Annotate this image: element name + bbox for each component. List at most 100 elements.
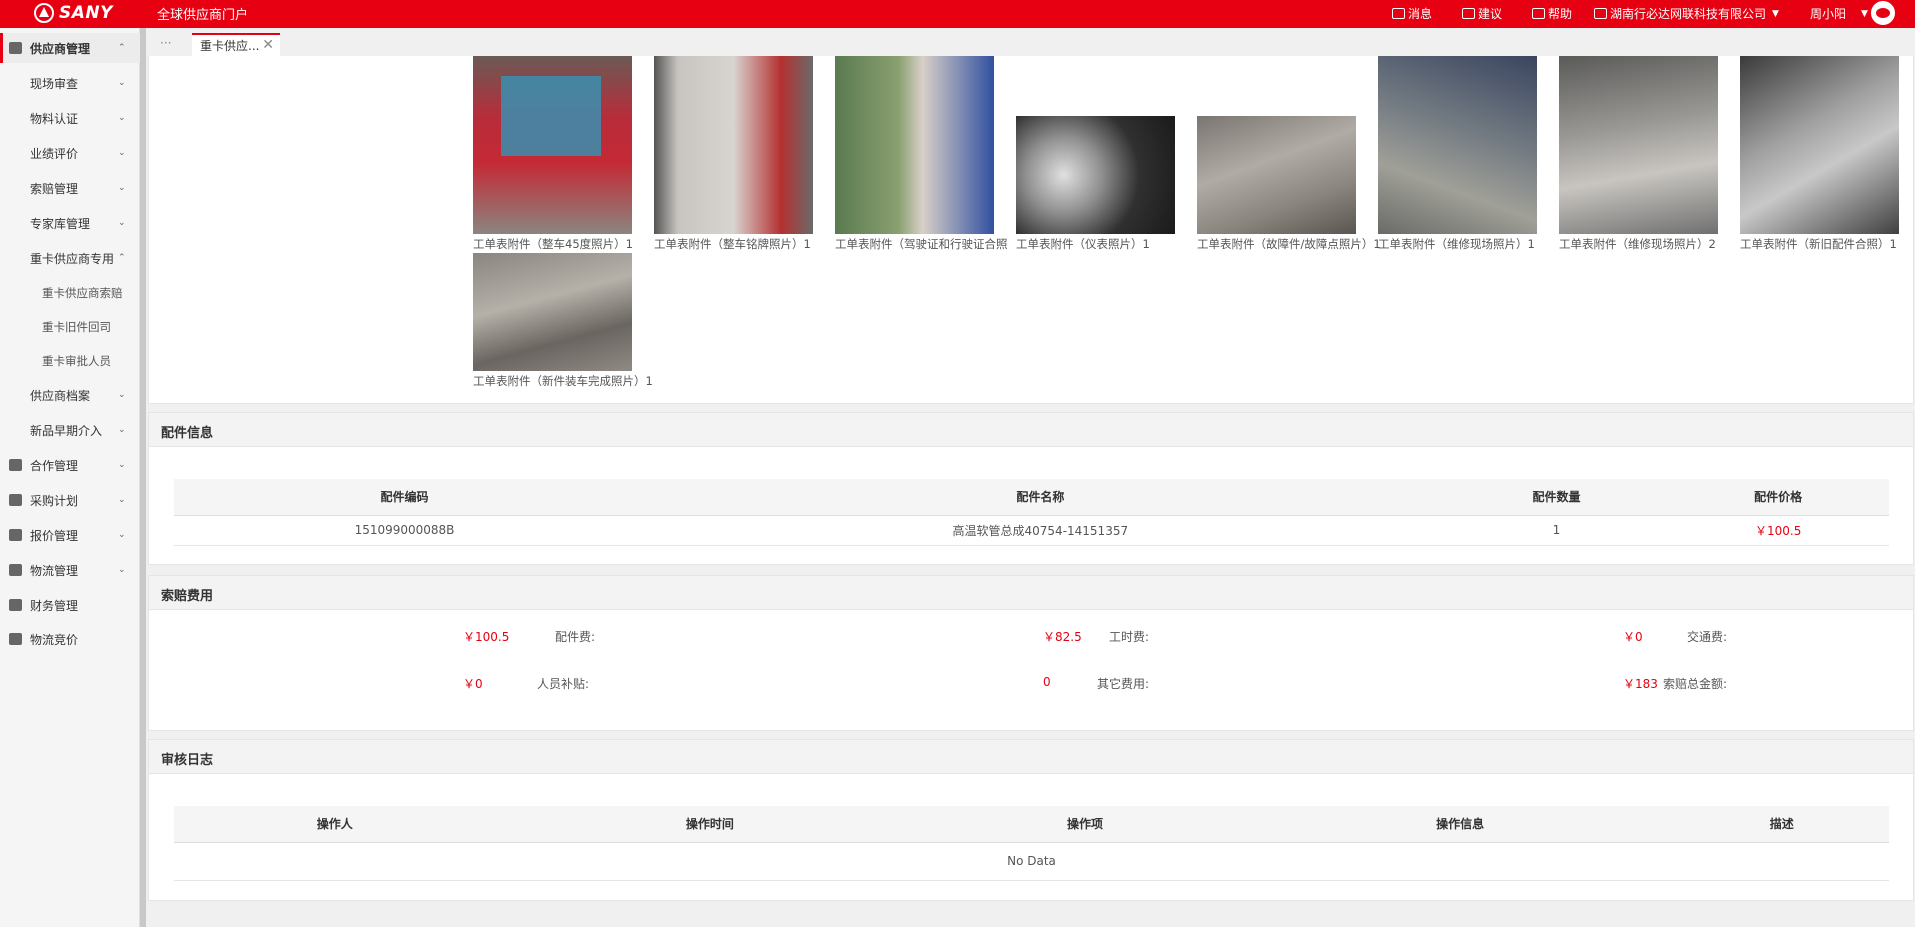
attachment-photo-old-new-parts[interactable] (1740, 56, 1899, 234)
user-menu[interactable]: 周小阳 ▼ (1810, 5, 1868, 22)
attachment-photo-installed[interactable] (473, 253, 632, 371)
empty-row: No Data (174, 842, 1889, 881)
attachment-photo-repair-site-2[interactable] (1559, 56, 1718, 234)
attachment-photo-repair-site-1[interactable] (1378, 56, 1537, 234)
chevron-down-icon: ⌄ (118, 565, 126, 575)
suggestion-label: 建议 (1478, 7, 1503, 21)
sidebar-item-finance[interactable]: 财务管理 (0, 590, 140, 620)
attachment-photo-truck-45[interactable] (473, 56, 632, 234)
user-name: 周小阳 (1810, 7, 1847, 21)
attachment-caption: 工单表附件（新件装车完成照片）1 (473, 374, 653, 388)
part-qty: 1 (1445, 515, 1668, 546)
chevron-down-icon: ▼ (1772, 8, 1779, 19)
parts-table: 配件编码 配件名称 配件数量 配件价格 151099000088B 高温软管总成… (174, 479, 1889, 546)
attachment-photo-fault[interactable] (1197, 116, 1356, 234)
suggestion-icon (1462, 8, 1475, 19)
sany-logo-icon (34, 3, 54, 23)
attachment-caption: 工单表附件（维修现场照片）2 (1559, 237, 1716, 251)
sidebar-item-site-review[interactable]: 现场审查 ⌄ (0, 68, 140, 98)
table-header-row: 操作人 操作时间 操作项 操作信息 描述 (174, 806, 1889, 843)
attachment-caption: 工单表附件（整车45度照片）1 (473, 237, 633, 251)
help-icon (1532, 8, 1545, 19)
sidebar-item-logistics[interactable]: 物流管理 ⌄ (0, 555, 140, 585)
attachment-photo-dashboard[interactable] (1016, 116, 1175, 234)
help-link[interactable]: 帮助 (1532, 5, 1572, 22)
attachment-caption: 工单表附件（故障件/故障点照片）1 (1197, 237, 1381, 251)
attachment-caption: 工单表附件（仪表照片）1 (1016, 237, 1150, 251)
total-claim-value: ￥183 (1623, 677, 1658, 691)
parts-fee-value: ￥100.5 (463, 630, 510, 644)
sidebar-item-supplier-management[interactable]: 供应商管理 ⌃ (0, 33, 140, 63)
portal-title: 全球供应商门户 (157, 8, 249, 23)
chevron-down-icon: ⌄ (118, 495, 126, 505)
traffic-fee-value: ￥0 (1623, 630, 1643, 644)
message-icon (1392, 8, 1405, 19)
sidebar-item-logistics-bidding[interactable]: 物流竞价 (0, 624, 140, 654)
sidebar-item-supplier-archive[interactable]: 供应商档案 ⌄ (0, 380, 140, 410)
help-label: 帮助 (1548, 7, 1573, 21)
grid-icon (9, 494, 22, 506)
grid-icon (9, 529, 22, 541)
parts-info-panel: 配件信息 配件编码 配件名称 配件数量 配件价格 151099000088B 高… (148, 412, 1914, 565)
sidebar-item-claim-management[interactable]: 索赔管理 ⌄ (0, 173, 140, 203)
tab-label: 重卡供应... (200, 39, 260, 53)
brand-text: SANY (59, 3, 113, 23)
parts-info-title: 配件信息 (149, 413, 1913, 447)
sidebar-item-expert-library[interactable]: 专家库管理 ⌄ (0, 208, 140, 238)
close-icon[interactable]: ✕ (262, 37, 274, 53)
other-fee-value: 0 (1043, 675, 1051, 689)
attachment-caption: 工单表附件（维修现场照片）1 (1378, 237, 1535, 251)
attachment-photo-nameplate[interactable] (654, 56, 813, 234)
sidebar-item-heavy-truck-supplier[interactable]: 重卡供应商专用 ⌃ (0, 243, 140, 273)
chevron-up-icon: ⌃ (118, 43, 126, 53)
chevron-down-icon: ⌄ (118, 460, 126, 470)
messages-label: 消息 (1408, 7, 1433, 21)
column-header: 操作信息 (1245, 806, 1675, 843)
column-header: 操作人 (174, 806, 496, 843)
table-header-row: 配件编码 配件名称 配件数量 配件价格 (174, 479, 1889, 516)
chevron-down-icon: ⌄ (118, 218, 126, 228)
sidebar-item-quotation[interactable]: 报价管理 ⌄ (0, 520, 140, 550)
sidebar-item-heavy-truck-claim[interactable]: 重卡供应商索赔 (0, 278, 140, 308)
sidebar-item-material-certification[interactable]: 物料认证 ⌄ (0, 103, 140, 133)
sany-logo[interactable]: SANY (34, 2, 113, 24)
tab-bar: ··· 重卡供应... ✕ (148, 31, 1915, 56)
claim-fees-title: 索赔费用 (149, 576, 1913, 610)
messages-link[interactable]: 消息 (1392, 5, 1432, 22)
avatar[interactable] (1871, 1, 1895, 25)
attachment-caption: 工单表附件（驾驶证和行驶证合照 (835, 237, 1008, 251)
column-header: 配件编码 (174, 479, 635, 516)
company-icon (1594, 8, 1607, 19)
table-row: 151099000088B 高温软管总成40754-14151357 1 ￥10… (174, 515, 1889, 546)
sidebar-item-purchase-plan[interactable]: 采购计划 ⌄ (0, 485, 140, 515)
column-header: 配件价格 (1667, 479, 1889, 516)
chevron-down-icon: ⌄ (118, 183, 126, 193)
user-icon (9, 42, 22, 54)
column-header: 描述 (1674, 806, 1889, 843)
audit-log-panel: 审核日志 操作人 操作时间 操作项 操作信息 描述 No Data (148, 739, 1914, 901)
top-header: SANY 全球供应商门户 消息 建议 帮助 湖南行必达网联科技有限公司 ▼ 周小… (0, 0, 1915, 28)
attachment-photo-license[interactable] (835, 56, 994, 234)
chevron-down-icon: ⌄ (118, 148, 126, 158)
sidebar-item-early-involvement[interactable]: 新品早期介入 ⌄ (0, 415, 140, 445)
sidebar-item-heavy-truck-approvers[interactable]: 重卡审批人员 (0, 346, 140, 376)
sidebar-item-heavy-truck-old-parts[interactable]: 重卡旧件回司 (0, 312, 140, 342)
cooperation-icon (9, 459, 22, 471)
chevron-down-icon: ⌄ (118, 530, 126, 540)
sidebar-item-performance-evaluation[interactable]: 业绩评价 ⌄ (0, 138, 140, 168)
column-header: 配件数量 (1445, 479, 1668, 516)
part-price: ￥100.5 (1667, 515, 1889, 546)
no-data-text: No Data (174, 842, 1889, 881)
column-header: 配件名称 (635, 479, 1446, 516)
suggestion-link[interactable]: 建议 (1462, 5, 1502, 22)
sidebar-scrollbar[interactable] (140, 28, 146, 927)
company-selector[interactable]: 湖南行必达网联科技有限公司 ▼ (1594, 5, 1779, 22)
audit-log-title: 审核日志 (149, 740, 1913, 774)
column-header: 操作时间 (495, 806, 925, 843)
bar-chart-icon (9, 599, 22, 611)
sidebar-item-cooperation[interactable]: 合作管理 ⌄ (0, 450, 140, 480)
chevron-down-icon: ▼ (1861, 8, 1868, 19)
chevron-down-icon: ⌄ (118, 78, 126, 88)
tab-heavy-truck-claim[interactable]: 重卡供应... ✕ (192, 33, 280, 56)
tab-more-button[interactable]: ··· (160, 36, 171, 50)
